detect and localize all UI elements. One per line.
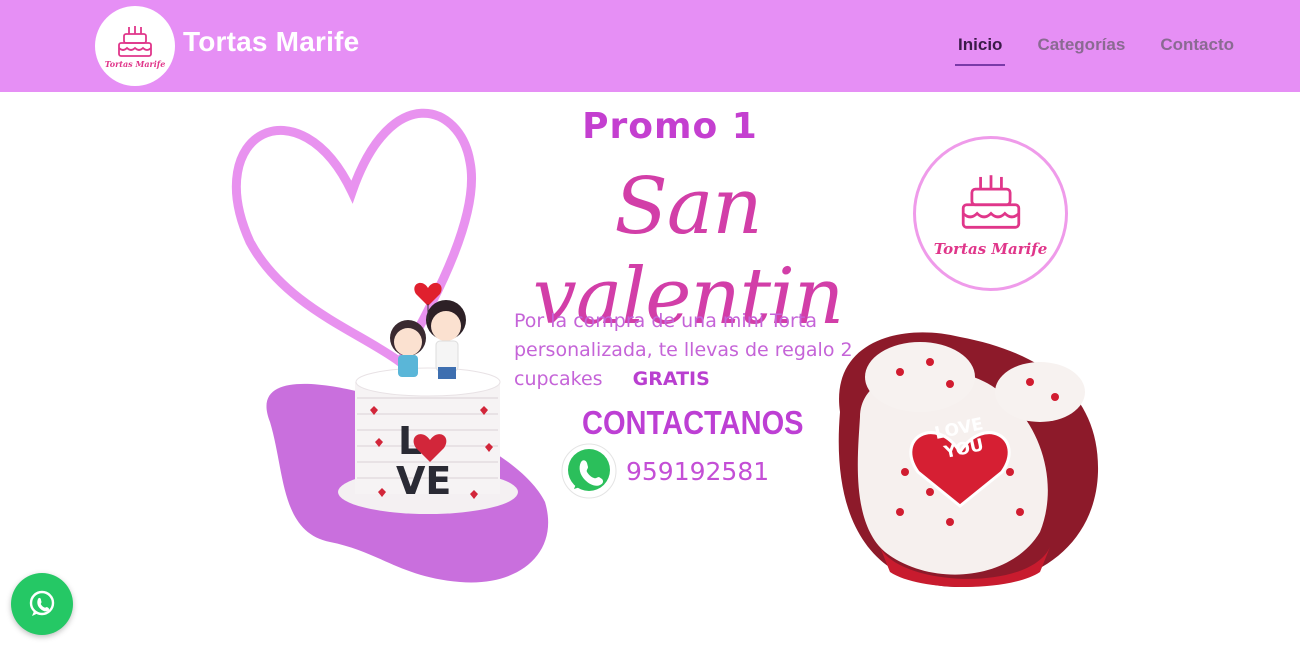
whatsapp-float-button[interactable] bbox=[11, 573, 73, 635]
whatsapp-icon bbox=[29, 590, 55, 616]
cake-icon bbox=[961, 174, 1020, 229]
site-header: Tortas Marife Tortas Marife Inicio Categ… bbox=[0, 0, 1300, 92]
gratis-label: GRATIS bbox=[632, 368, 710, 390]
whatsapp-icon bbox=[561, 443, 617, 499]
contact-heading: CONTACTANOS bbox=[582, 404, 804, 441]
banner-logo-caption: Tortas Marife bbox=[933, 239, 1048, 258]
promo-title: Promo 1 bbox=[582, 106, 758, 147]
phone-number[interactable]: 959192581 bbox=[626, 457, 769, 486]
nav-contacto[interactable]: Contacto bbox=[1160, 29, 1234, 63]
phone-row: 959192581 bbox=[560, 442, 769, 500]
brand-name[interactable]: Tortas Marife bbox=[183, 26, 359, 58]
nav-categorias[interactable]: Categorías bbox=[1037, 29, 1125, 63]
cake-icon bbox=[118, 26, 152, 57]
main-nav: Inicio Categorías Contacto bbox=[923, 0, 1234, 92]
svg-text:VE: VE bbox=[396, 459, 451, 503]
site-logo[interactable]: Tortas Marife bbox=[95, 6, 175, 86]
banner-logo: Tortas Marife bbox=[913, 136, 1068, 291]
cupcake-image: LOVE YOU bbox=[838, 332, 1099, 587]
logo-caption: Tortas Marife bbox=[104, 59, 166, 69]
nav-inicio[interactable]: Inicio bbox=[955, 29, 1006, 66]
promo-banner: L VE LOVE YOU Promo 1 San valentin Por l… bbox=[0, 92, 1300, 650]
promo-description: Por la compra de una mini Torta personal… bbox=[514, 307, 854, 394]
